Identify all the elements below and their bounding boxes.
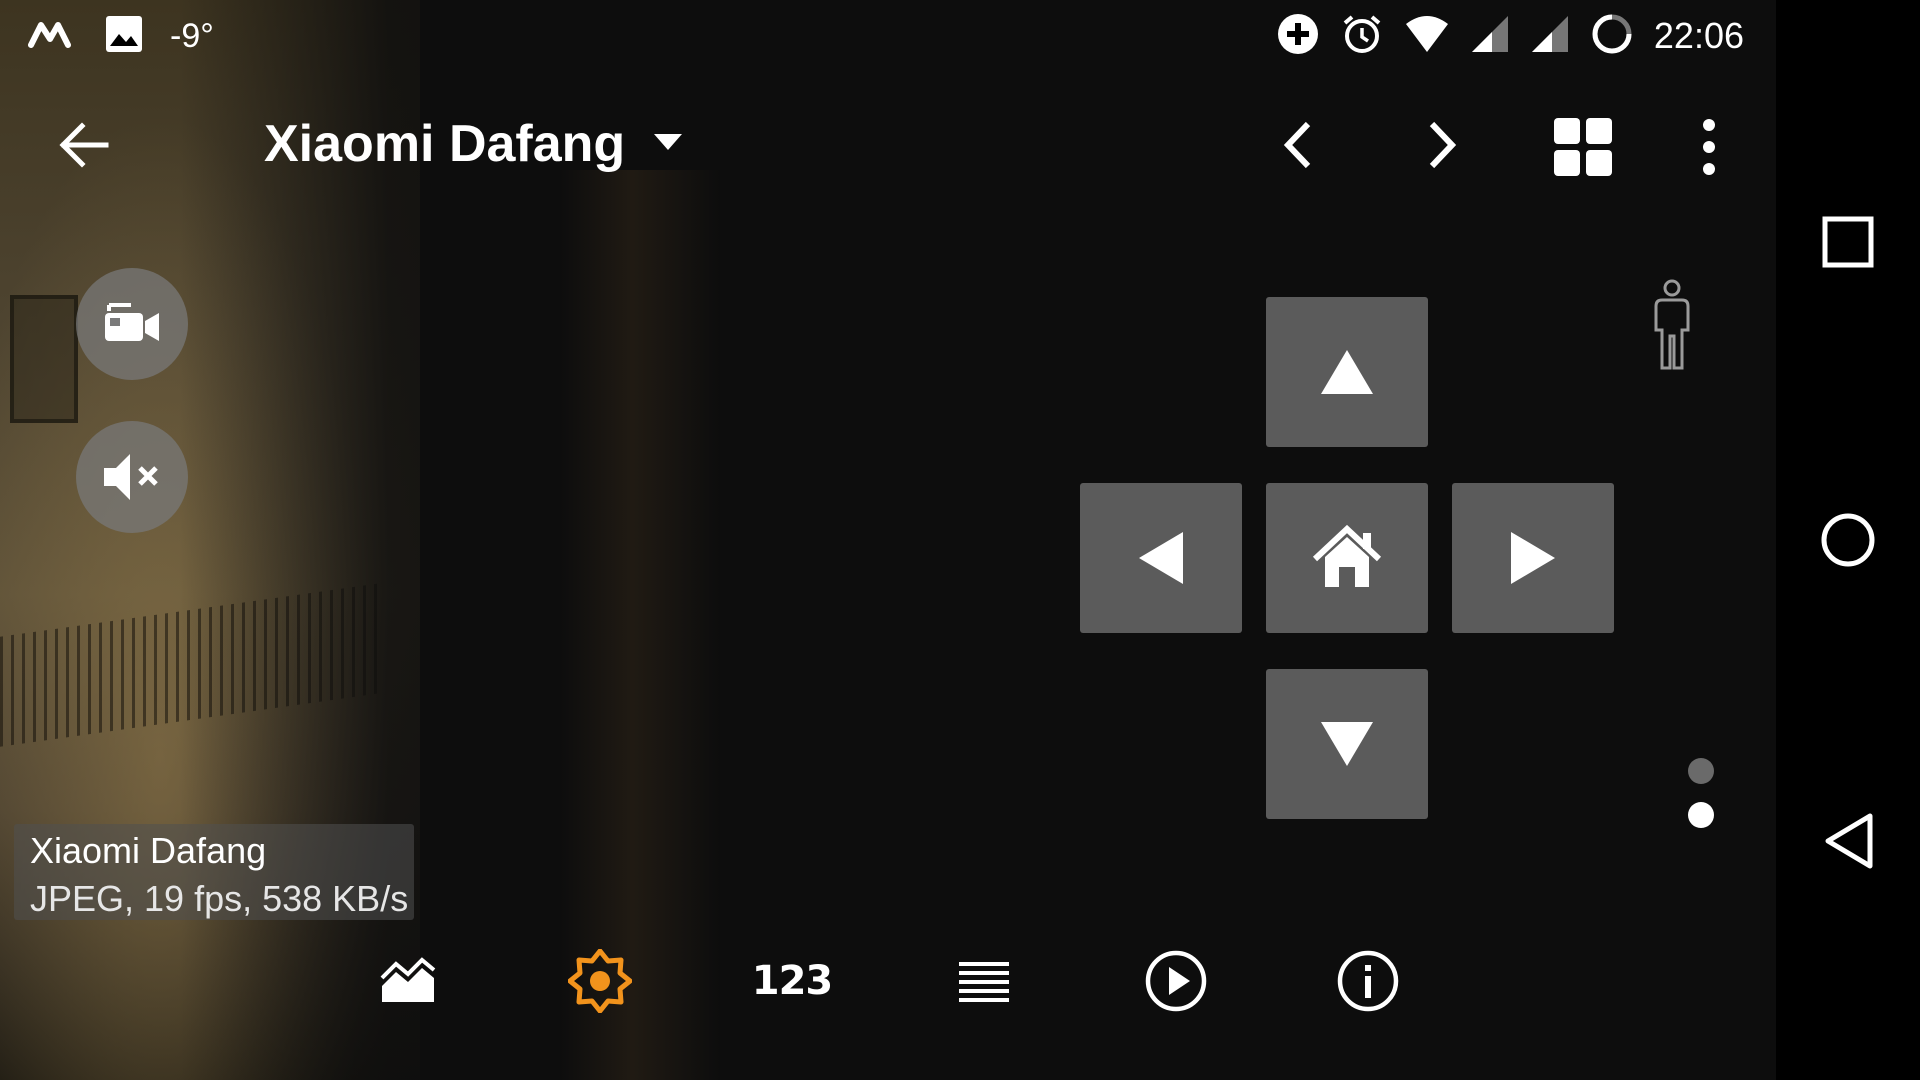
triangle-up-icon [1321, 350, 1373, 394]
pan-home-button[interactable] [1266, 483, 1428, 633]
info-button[interactable] [1333, 946, 1403, 1016]
signal-icon [1530, 14, 1570, 59]
sync-icon [1590, 12, 1634, 61]
stream-info-overlay: Xiaomi Dafang JPEG, 19 fps, 538 KB/s [14, 824, 414, 920]
play-button[interactable] [1141, 946, 1211, 1016]
record-button[interactable] [76, 268, 188, 380]
recents-square-icon [1822, 216, 1874, 268]
status-bar: -9° 22:06 [0, 0, 1776, 72]
back-arrow-icon [59, 122, 109, 168]
previous-camera-button[interactable] [1268, 112, 1328, 178]
pan-up-button[interactable] [1266, 297, 1428, 447]
list-icon [959, 962, 1009, 1002]
bottom-toolbar: 123 [0, 940, 1776, 1020]
more-options-button[interactable] [1684, 112, 1734, 182]
home-circle-icon [1821, 513, 1875, 567]
grid-view-icon [1554, 118, 1612, 176]
triangle-right-icon [1511, 532, 1555, 584]
page-indicator-dot-active[interactable] [1688, 802, 1714, 828]
chevron-left-icon [1283, 121, 1311, 169]
page-indicator-dot[interactable] [1688, 758, 1714, 784]
temperature-text: -9° [170, 16, 214, 55]
mute-button[interactable] [76, 421, 188, 533]
next-camera-button[interactable] [1412, 112, 1472, 178]
brightness-icon [568, 949, 632, 1013]
dropdown-caret-icon [654, 134, 682, 150]
volume-off-icon [104, 454, 158, 500]
page-title[interactable]: Xiaomi Dafang [264, 114, 625, 174]
person-detection-icon[interactable] [1648, 278, 1696, 372]
more-vert-icon [1703, 119, 1715, 175]
stream-stats: JPEG, 19 fps, 538 KB/s [30, 878, 409, 919]
play-circle-icon [1145, 950, 1207, 1012]
image-icon [104, 14, 144, 59]
triangle-down-icon [1321, 722, 1373, 766]
home-button[interactable] [1820, 512, 1876, 568]
landscape-mode-button[interactable] [373, 946, 443, 1016]
signal-icon [1470, 14, 1510, 59]
alarm-icon [1340, 12, 1384, 61]
triangle-left-icon [1139, 532, 1183, 584]
info-icon [1337, 950, 1399, 1012]
system-back-button[interactable] [1822, 812, 1876, 870]
camera-name: Xiaomi Dafang [30, 830, 267, 871]
camera-select-dropdown[interactable] [650, 128, 686, 158]
home-icon [1312, 524, 1382, 587]
landscape-icon [380, 957, 436, 1002]
camera-viewer-screen: -9° 22:06 Xiaomi Dafang Xiaomi Dafang JP… [0, 0, 1920, 1080]
brightness-button[interactable] [565, 946, 635, 1016]
back-button[interactable] [50, 112, 116, 178]
system-nav-bar [1776, 0, 1920, 1080]
numbers-icon: 123 [751, 958, 833, 1004]
pan-left-button[interactable] [1080, 483, 1242, 633]
wifi-icon [1404, 14, 1450, 59]
clock: 22:06 [1653, 15, 1744, 56]
numbers-button[interactable]: 123 [752, 946, 833, 1016]
recents-button[interactable] [1822, 216, 1874, 268]
pan-right-button[interactable] [1452, 483, 1614, 633]
grid-view-button[interactable] [1548, 112, 1618, 182]
pan-down-button[interactable] [1266, 669, 1428, 819]
add-circle-icon [1276, 12, 1320, 61]
video-record-icon [105, 303, 159, 341]
list-button[interactable] [949, 946, 1019, 1016]
app-bar: Xiaomi Dafang [0, 90, 1776, 200]
back-triangle-icon [1825, 813, 1873, 869]
feed-window [10, 295, 78, 423]
chevron-right-icon [1429, 121, 1457, 169]
m-logo-icon [28, 19, 78, 54]
